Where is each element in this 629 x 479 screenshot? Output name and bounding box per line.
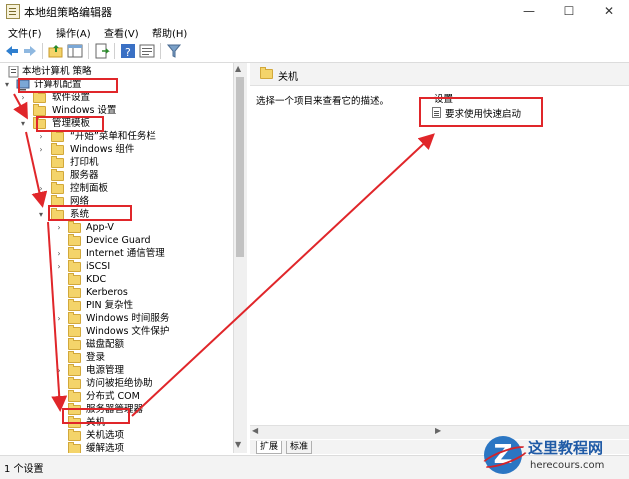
annotation-arrows [13, 93, 435, 417]
arrow-to-fast-startup [131, 133, 435, 417]
site-logo-icon: Z [484, 436, 522, 474]
arrow-to-admin-templates [13, 93, 28, 120]
arrow-to-system [25, 131, 48, 208]
site-url: herecours.com [530, 460, 605, 471]
arrow-to-shutdown [47, 221, 68, 412]
site-name: 这里教程网 [528, 439, 604, 457]
site-watermark: Z 这里教程网 herecours.com [482, 434, 629, 478]
